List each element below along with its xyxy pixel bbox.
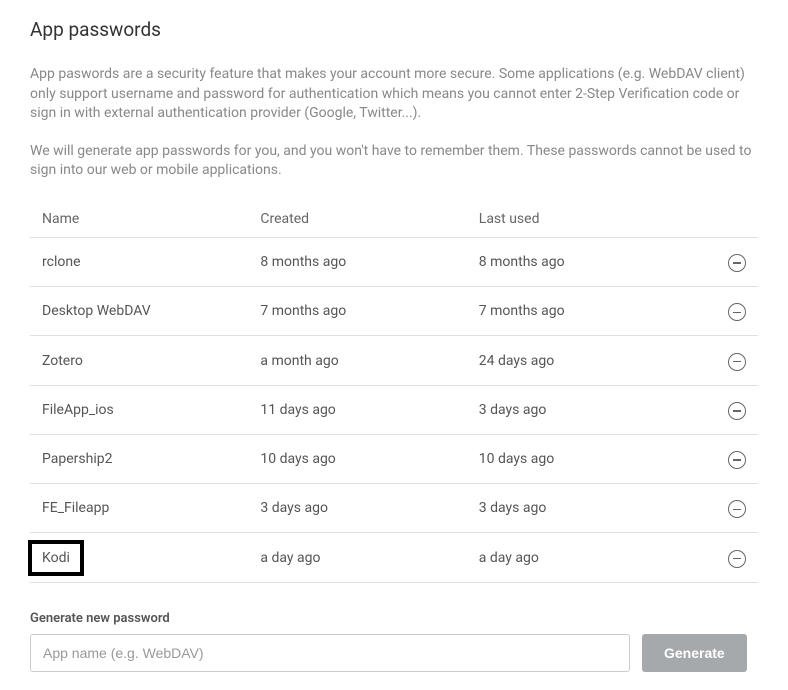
row-last-used: 24 days ago bbox=[467, 336, 685, 385]
row-last-used: 3 days ago bbox=[467, 484, 685, 533]
row-created: 11 days ago bbox=[248, 385, 466, 434]
table-row: rclone8 months ago8 months ago bbox=[30, 237, 758, 286]
row-name: Kodi bbox=[30, 533, 248, 582]
row-last-used: 3 days ago bbox=[467, 385, 685, 434]
row-name: Desktop WebDAV bbox=[30, 287, 248, 336]
app-name-input[interactable] bbox=[30, 634, 630, 672]
row-created: 8 months ago bbox=[248, 237, 466, 286]
table-row: Desktop WebDAV7 months ago7 months ago bbox=[30, 287, 758, 336]
row-last-used: 10 days ago bbox=[467, 434, 685, 483]
row-created: 3 days ago bbox=[248, 484, 466, 533]
remove-icon[interactable] bbox=[728, 451, 746, 469]
remove-icon[interactable] bbox=[728, 550, 746, 568]
remove-icon[interactable] bbox=[728, 254, 746, 272]
row-action bbox=[685, 237, 758, 286]
generate-button[interactable]: Generate bbox=[642, 634, 747, 672]
row-last-used: 8 months ago bbox=[467, 237, 685, 286]
generate-section: Generate new password Generate bbox=[30, 611, 758, 672]
description-paragraph-2: We will generate app passwords for you, … bbox=[30, 142, 758, 181]
page-title: App passwords bbox=[30, 18, 758, 41]
row-created: 7 months ago bbox=[248, 287, 466, 336]
row-name: FileApp_ios bbox=[30, 385, 248, 434]
row-name: FE_Fileapp bbox=[30, 484, 248, 533]
table-row: FileApp_ios11 days ago3 days ago bbox=[30, 385, 758, 434]
row-name: Papership2 bbox=[30, 434, 248, 483]
generate-label: Generate new password bbox=[30, 611, 758, 626]
row-action bbox=[685, 336, 758, 385]
column-header-action bbox=[685, 201, 758, 238]
row-name: Zotero bbox=[30, 336, 248, 385]
table-row: Kodi a day agoa day ago bbox=[30, 533, 758, 582]
row-created: a month ago bbox=[248, 336, 466, 385]
table-row: Papership210 days ago10 days ago bbox=[30, 434, 758, 483]
row-action bbox=[685, 287, 758, 336]
column-header-name: Name bbox=[30, 201, 248, 238]
remove-icon[interactable] bbox=[728, 500, 746, 518]
highlight-box: Kodi bbox=[28, 540, 84, 576]
description-paragraph-1: App paswords are a security feature that… bbox=[30, 65, 758, 124]
row-created: a day ago bbox=[248, 533, 466, 582]
app-passwords-table: Name Created Last used rclone8 months ag… bbox=[30, 201, 758, 583]
remove-icon[interactable] bbox=[728, 353, 746, 371]
row-action bbox=[685, 484, 758, 533]
table-row: FE_Fileapp3 days ago3 days ago bbox=[30, 484, 758, 533]
row-action bbox=[685, 434, 758, 483]
row-last-used: 7 months ago bbox=[467, 287, 685, 336]
row-created: 10 days ago bbox=[248, 434, 466, 483]
remove-icon[interactable] bbox=[728, 303, 746, 321]
table-row: Zoteroa month ago24 days ago bbox=[30, 336, 758, 385]
remove-icon[interactable] bbox=[728, 402, 746, 420]
row-last-used: a day ago bbox=[467, 533, 685, 582]
row-action bbox=[685, 533, 758, 582]
column-header-last-used: Last used bbox=[467, 201, 685, 238]
row-name: rclone bbox=[30, 237, 248, 286]
column-header-created: Created bbox=[248, 201, 466, 238]
row-action bbox=[685, 385, 758, 434]
